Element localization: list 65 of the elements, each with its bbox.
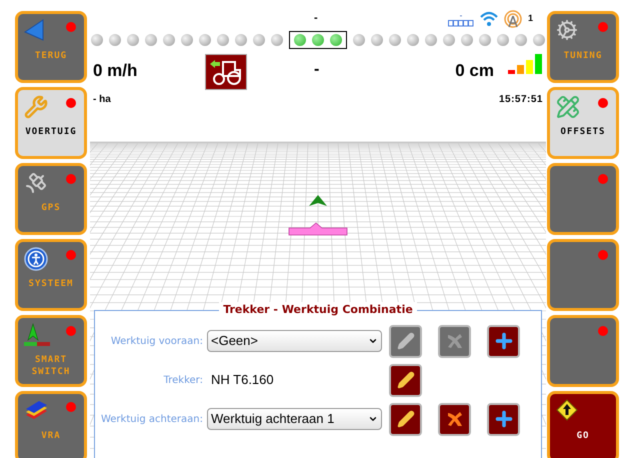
add-button[interactable] <box>487 402 520 436</box>
dropdown[interactable]: Werktuig achteraan 1 <box>207 408 382 430</box>
tractor-button[interactable] <box>205 54 247 90</box>
menu-button[interactable] <box>547 239 619 311</box>
edit-button[interactable] <box>389 402 422 436</box>
button-label: OFFSETS <box>560 126 606 138</box>
button-label: TUNING <box>562 50 604 62</box>
gps-quality-value: - <box>460 12 462 20</box>
button-label: SYSTEEM <box>28 278 74 290</box>
vehicle-marker-icon <box>308 194 328 208</box>
menu-button[interactable]: GPS <box>15 163 87 235</box>
menu-button[interactable]: TUNING <box>547 11 619 83</box>
menu-button[interactable] <box>547 315 619 387</box>
area-value: - ha <box>93 93 111 107</box>
button-label: GO <box>576 430 590 442</box>
field-label: Trekker: <box>162 374 204 388</box>
button-label: TERUG <box>34 50 68 62</box>
implement-icon <box>288 222 348 236</box>
gears-icon <box>556 19 578 41</box>
speed-value: 0 m/h <box>93 60 138 82</box>
person-icon <box>24 247 48 271</box>
dropdown[interactable]: <Geen> <box>207 330 382 352</box>
wrench-icon <box>24 95 48 119</box>
button-label: VRA <box>40 430 62 442</box>
status-value: - <box>314 11 318 26</box>
field-label: Werktuig achteraan: <box>100 412 204 426</box>
caret-icon <box>368 336 378 346</box>
antenna-icon <box>504 10 522 28</box>
menu-button[interactable]: VRA <box>15 391 87 458</box>
pencil-icon <box>396 410 414 428</box>
satellite-icon <box>24 171 48 195</box>
quality-boxes-icon <box>448 20 474 26</box>
button-label: GPS <box>40 202 62 214</box>
menu-button[interactable]: SYSTEEM <box>15 239 87 311</box>
wifi-icon <box>480 11 498 27</box>
tractor-name: NH T6.160 <box>210 372 274 387</box>
back-arrow-icon <box>24 19 44 41</box>
menu-button[interactable]: SMART SWITCH <box>15 315 87 387</box>
pencil-icon <box>396 371 414 389</box>
signal-bars-icon <box>508 54 544 74</box>
center-value: - <box>314 60 320 80</box>
field-label: Werktuig vooraan: <box>110 334 204 348</box>
menu-button[interactable]: GO <box>547 391 619 458</box>
panel-title: Trekker - Werktuig Combinatie <box>219 302 417 318</box>
pencil-icon <box>396 332 414 350</box>
arrow-meter-icon <box>24 323 50 347</box>
tractor-icon <box>209 58 243 86</box>
offset-value: 0 cm <box>455 60 494 82</box>
add-button[interactable] <box>487 324 520 358</box>
warning-arrow-icon <box>556 399 578 421</box>
cross-icon <box>446 410 464 428</box>
menu-button[interactable]: OFFSETS <box>547 87 619 159</box>
menu-button[interactable]: TERUG <box>15 11 87 83</box>
button-label: VOERTUIG <box>24 126 78 138</box>
cross-icon <box>446 332 464 350</box>
menu-button[interactable]: VOERTUIG <box>15 87 87 159</box>
edit-button[interactable] <box>389 364 422 396</box>
ruler-pencil-icon <box>556 95 580 119</box>
layers-icon <box>24 399 48 421</box>
delete-button[interactable] <box>438 402 471 436</box>
button-label: SMART SWITCH <box>30 354 72 378</box>
caret-icon <box>368 414 378 424</box>
menu-button[interactable] <box>547 163 619 235</box>
satellite-count: 1 <box>528 12 534 26</box>
clock: 15:57:51 <box>498 93 543 107</box>
